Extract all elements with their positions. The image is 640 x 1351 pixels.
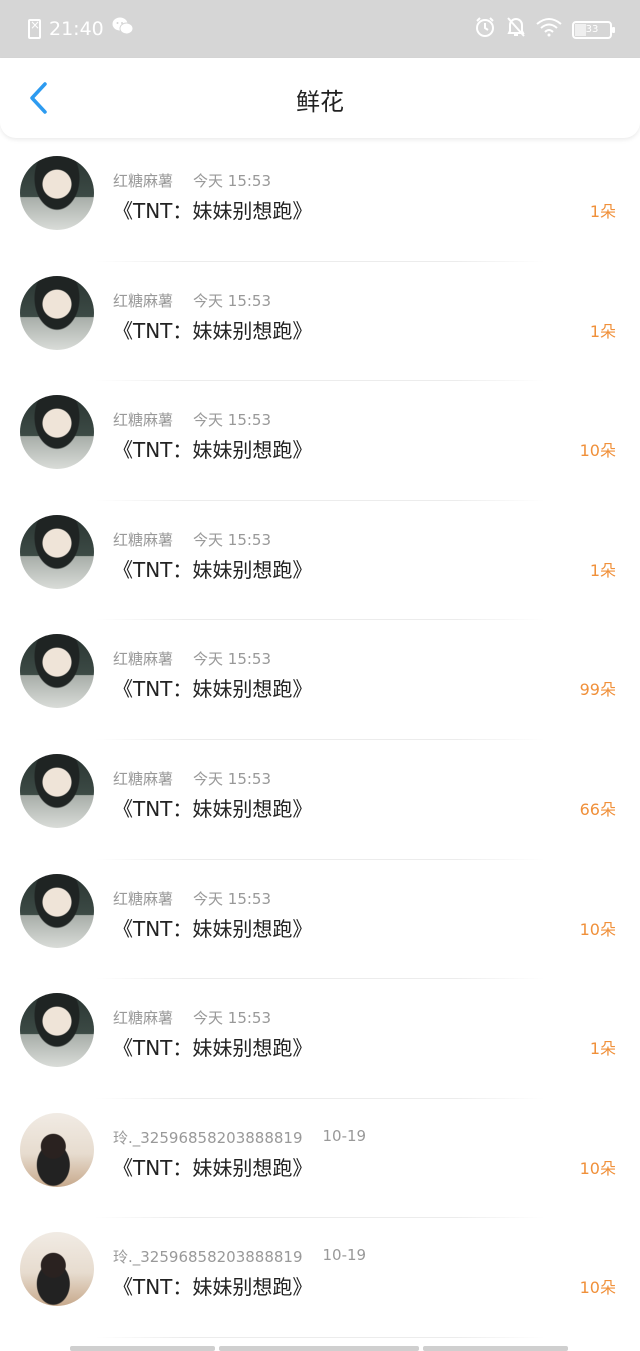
- flower-count: 99朵: [579, 680, 616, 700]
- send-time: 今天 15:53: [193, 769, 272, 788]
- send-time: 今天 15:53: [193, 889, 272, 908]
- indicator-segment: [423, 1346, 568, 1351]
- sender-name: 红糖麻薯: [113, 650, 174, 669]
- battery-icon: 33: [572, 20, 615, 39]
- avatar[interactable]: [20, 753, 94, 828]
- do-not-disturb-icon: [506, 16, 526, 43]
- flower-count: 1朵: [589, 560, 616, 580]
- send-time: 今天 15:53: [193, 650, 272, 669]
- avatar[interactable]: [20, 634, 94, 709]
- send-time: 今天 15:53: [193, 411, 272, 430]
- item-meta: 红糖麻薯 今天 15:53: [113, 648, 271, 669]
- list-item[interactable]: 红糖麻薯 今天 15:53 《TNT：妹妹别想跑》 1朵: [0, 501, 640, 621]
- book-title: 《TNT：妹妹别想跑》: [113, 916, 313, 941]
- avatar[interactable]: [20, 873, 94, 948]
- indicator-segment: [70, 1346, 215, 1351]
- book-title: 《TNT：妹妹别想跑》: [113, 677, 313, 702]
- flower-count: 1朵: [589, 202, 616, 221]
- book-title: 《TNT：妹妹别想跑》: [113, 796, 313, 821]
- clock: 21:40: [49, 17, 104, 40]
- item-meta: 玲._32596858203888819 10-19: [113, 1246, 366, 1267]
- item-meta: 红糖麻薯 今天 15:53: [113, 768, 271, 789]
- avatar[interactable]: [20, 1232, 94, 1307]
- avatar[interactable]: [20, 395, 94, 470]
- sender-name: 红糖麻薯: [113, 889, 174, 908]
- wechat-icon: [112, 16, 134, 41]
- alarm-icon: [474, 16, 496, 43]
- send-time: 今天 15:53: [193, 291, 272, 310]
- book-title: 《TNT：妹妹别想跑》: [113, 557, 313, 582]
- item-meta: 红糖麻薯 今天 15:53: [113, 529, 271, 550]
- list-item[interactable]: 红糖麻薯 今天 15:53 《TNT：妹妹别想跑》 1朵: [0, 979, 640, 1099]
- battery-level: 33: [585, 23, 599, 35]
- flower-list: 红糖麻薯 今天 15:53 《TNT：妹妹别想跑》 1朵 红糖麻薯 今天 15:…: [0, 142, 640, 1338]
- list-item[interactable]: 玲._32596858203888819 10-19 《TNT：妹妹别想跑》 1…: [0, 1099, 640, 1219]
- book-title: 《TNT：妹妹别想跑》: [113, 318, 313, 343]
- item-meta: 红糖麻薯 今天 15:53: [113, 1007, 271, 1028]
- send-time: 今天 15:53: [193, 1009, 272, 1028]
- flower-count: 66朵: [579, 799, 616, 819]
- flower-count: 10朵: [579, 441, 616, 461]
- sender-name: 红糖麻薯: [113, 769, 174, 788]
- send-time: 今天 15:53: [193, 530, 272, 549]
- avatar[interactable]: [20, 993, 94, 1068]
- flower-count: 10朵: [579, 1158, 616, 1178]
- nav-bar: 鲜花: [0, 58, 640, 138]
- sender-name: 红糖麻薯: [113, 411, 174, 430]
- item-meta: 红糖麻薯 今天 15:53: [113, 409, 271, 430]
- flower-count: 1朵: [589, 1039, 616, 1059]
- book-title: 《TNT：妹妹别想跑》: [113, 199, 313, 223]
- sim-off-icon: [28, 18, 41, 39]
- book-title: 《TNT：妹妹别想跑》: [113, 1155, 313, 1180]
- avatar[interactable]: [20, 514, 94, 589]
- status-bar: 21:40: [0, 0, 640, 58]
- battery-fill: [575, 23, 587, 36]
- list-item[interactable]: 红糖麻薯 今天 15:53 《TNT：妹妹别想跑》 10朵: [0, 860, 640, 980]
- indicator-segment: [219, 1346, 419, 1351]
- book-title: 《TNT：妹妹别想跑》: [113, 1036, 313, 1061]
- wifi-icon: [536, 17, 562, 42]
- item-meta: 玲._32596858203888819 10-19: [113, 1127, 366, 1148]
- status-bar-left: 21:40: [28, 16, 134, 41]
- page-title: 鲜花: [296, 88, 344, 116]
- item-meta: 红糖麻薯 今天 15:53: [113, 170, 271, 191]
- item-meta: 红糖麻薯 今天 15:53: [113, 290, 271, 311]
- send-time: 今天 15:53: [193, 172, 272, 190]
- item-meta: 红糖麻薯 今天 15:53: [113, 888, 271, 909]
- flower-count: 1朵: [589, 321, 616, 341]
- avatar[interactable]: [20, 1112, 94, 1187]
- status-bar-right: 33: [474, 16, 615, 43]
- list-item[interactable]: 红糖麻薯 今天 15:53 《TNT：妹妹别想跑》 10朵: [0, 381, 640, 501]
- divider: [95, 1336, 545, 1338]
- flower-count: 10朵: [579, 1278, 616, 1298]
- list-item[interactable]: 玲._32596858203888819 10-19 《TNT：妹妹别想跑》 1…: [0, 1218, 640, 1338]
- sender-name: 玲._32596858203888819: [113, 1128, 303, 1147]
- book-title: 《TNT：妹妹别想跑》: [113, 438, 313, 463]
- avatar[interactable]: [20, 275, 94, 350]
- book-title: 《TNT：妹妹别想跑》: [113, 1275, 313, 1300]
- flower-count: 10朵: [579, 919, 616, 939]
- sender-name: 红糖麻薯: [113, 172, 174, 190]
- sender-name: 红糖麻薯: [113, 1009, 174, 1028]
- bottom-scroll-indicator: [70, 1346, 568, 1351]
- list-item[interactable]: 红糖麻薯 今天 15:53 《TNT：妹妹别想跑》 99朵: [0, 620, 640, 740]
- list-item[interactable]: 红糖麻薯 今天 15:53 《TNT：妹妹别想跑》 1朵: [0, 262, 640, 382]
- sender-name: 红糖麻薯: [113, 530, 174, 549]
- sender-name: 玲._32596858203888819: [113, 1248, 303, 1267]
- send-time: 10-19: [322, 1246, 367, 1265]
- list-item[interactable]: 红糖麻薯 今天 15:53 《TNT：妹妹别想跑》 1朵: [0, 142, 640, 262]
- avatar[interactable]: [20, 156, 94, 230]
- sender-name: 红糖麻薯: [113, 291, 174, 310]
- send-time: 10-19: [322, 1126, 367, 1145]
- list-item[interactable]: 红糖麻薯 今天 15:53 《TNT：妹妹别想跑》 66朵: [0, 740, 640, 860]
